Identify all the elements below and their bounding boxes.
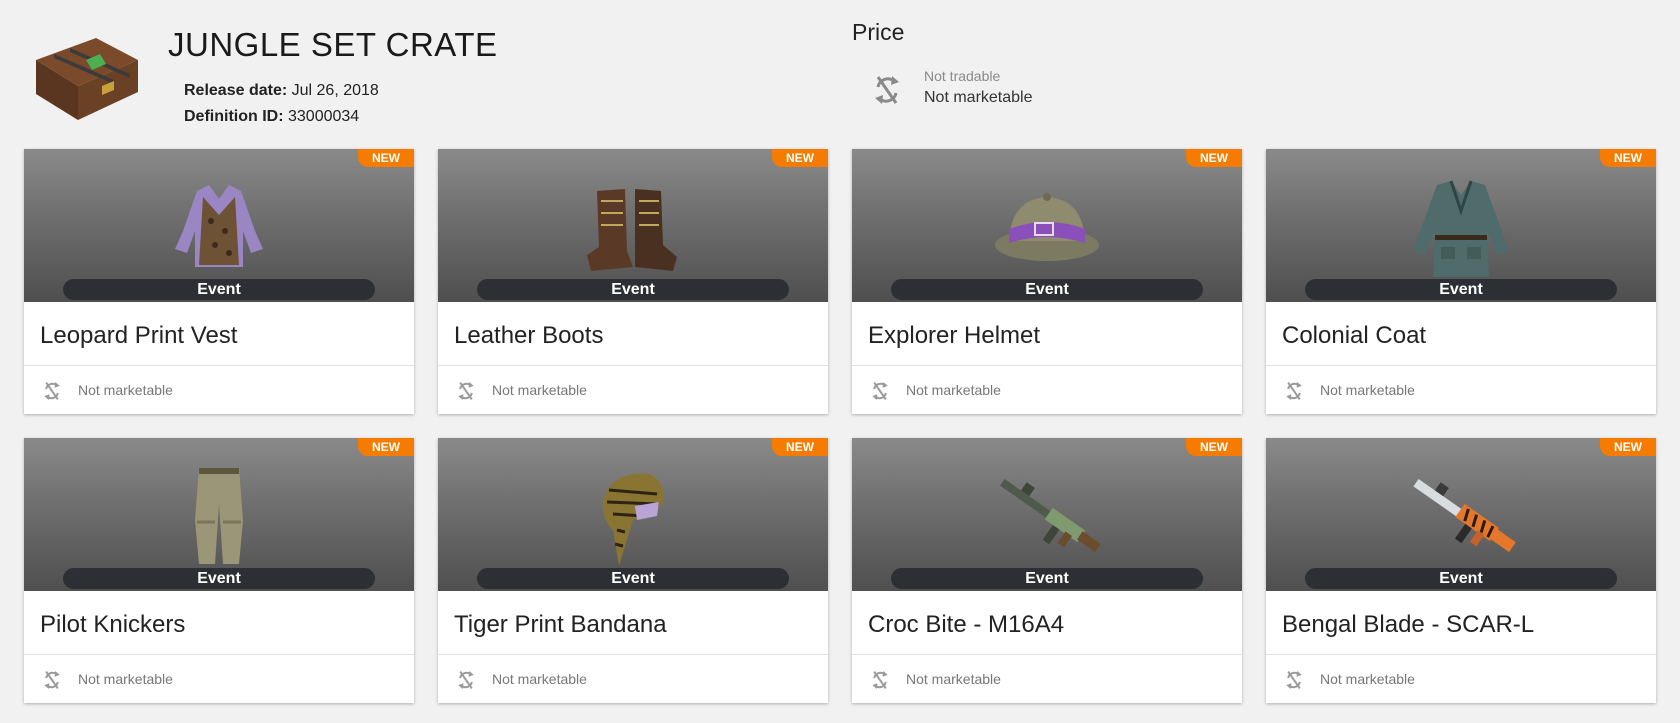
item-name[interactable]: Tiger Print Bandana bbox=[454, 611, 667, 639]
new-badge: NEW bbox=[1186, 438, 1242, 456]
pants-icon bbox=[195, 468, 243, 564]
not-marketable-icon bbox=[1286, 670, 1302, 690]
divider bbox=[1266, 365, 1656, 366]
item-image: NEW Event bbox=[1266, 438, 1656, 591]
item-image: NEW Event bbox=[24, 149, 414, 302]
item-status: Not marketable bbox=[1320, 671, 1415, 687]
item-image: NEW Event bbox=[852, 149, 1242, 302]
item-name[interactable]: Colonial Coat bbox=[1282, 322, 1426, 350]
item-image: NEW Event bbox=[438, 149, 828, 302]
item-status: Not marketable bbox=[78, 382, 173, 398]
item-image: NEW Event bbox=[852, 438, 1242, 591]
definition-id-label: Definition ID: bbox=[184, 108, 284, 125]
new-badge: NEW bbox=[772, 149, 828, 167]
event-tag: Event bbox=[63, 279, 375, 300]
crate-header: JUNGLE SET CRATE Release date: Jul 26, 2… bbox=[0, 0, 1680, 148]
item-card[interactable]: NEW Event Leather Boots Not marketable bbox=[438, 149, 828, 414]
price-title: Price bbox=[852, 19, 905, 45]
rifle-icon bbox=[1413, 478, 1516, 553]
item-image: NEW Event bbox=[438, 438, 828, 591]
not-tradable-icon bbox=[875, 76, 899, 104]
item-card[interactable]: NEW Event Colonial Coat Not marketable bbox=[1266, 149, 1656, 414]
item-status: Not marketable bbox=[906, 671, 1001, 687]
item-name[interactable]: Pilot Knickers bbox=[40, 611, 185, 639]
bandana-icon bbox=[602, 473, 664, 566]
crate-title: JUNGLE SET CRATE bbox=[168, 26, 498, 63]
rifle-icon bbox=[999, 478, 1101, 553]
new-badge: NEW bbox=[358, 438, 414, 456]
item-name[interactable]: Bengal Blade - SCAR-L bbox=[1282, 611, 1534, 639]
divider bbox=[438, 654, 828, 655]
event-tag: Event bbox=[1305, 279, 1617, 300]
new-badge: NEW bbox=[1600, 438, 1656, 456]
new-badge: NEW bbox=[1186, 149, 1242, 167]
crate-icon bbox=[36, 38, 138, 120]
coat-icon bbox=[1413, 180, 1509, 277]
price-marketable: Not marketable bbox=[924, 89, 1033, 106]
item-image: NEW Event bbox=[1266, 149, 1656, 302]
not-marketable-icon bbox=[458, 381, 474, 401]
not-marketable-icon bbox=[872, 670, 888, 690]
divider bbox=[438, 365, 828, 366]
release-date-value: Jul 26, 2018 bbox=[291, 82, 379, 99]
item-name[interactable]: Explorer Helmet bbox=[868, 322, 1040, 350]
event-tag: Event bbox=[63, 568, 375, 589]
divider bbox=[852, 654, 1242, 655]
divider bbox=[24, 365, 414, 366]
release-date-label: Release date: bbox=[184, 82, 288, 99]
event-tag: Event bbox=[891, 279, 1203, 300]
item-card[interactable]: NEW Event Croc Bite - M16A4 Not marketab… bbox=[852, 438, 1242, 703]
not-marketable-icon bbox=[872, 381, 888, 401]
item-image: NEW Event bbox=[24, 438, 414, 591]
new-badge: NEW bbox=[358, 149, 414, 167]
item-card[interactable]: NEW Event Bengal Blade - SCAR-L Not mark… bbox=[1266, 438, 1656, 703]
new-badge: NEW bbox=[772, 438, 828, 456]
boots-icon bbox=[587, 189, 677, 271]
item-name[interactable]: Leopard Print Vest bbox=[40, 322, 237, 350]
event-tag: Event bbox=[477, 568, 789, 589]
item-status: Not marketable bbox=[906, 382, 1001, 398]
event-tag: Event bbox=[1305, 568, 1617, 589]
definition-id-value: 33000034 bbox=[288, 108, 360, 125]
divider bbox=[24, 654, 414, 655]
not-marketable-icon bbox=[44, 381, 60, 401]
not-marketable-icon bbox=[1286, 381, 1302, 401]
price-tradable: Not tradable bbox=[924, 68, 1001, 84]
release-date: Release date: Jul 26, 2018 bbox=[184, 82, 379, 100]
item-status: Not marketable bbox=[492, 671, 587, 687]
divider bbox=[1266, 654, 1656, 655]
event-tag: Event bbox=[477, 279, 789, 300]
item-card[interactable]: NEW Event Leopard Print Vest Not marketa… bbox=[24, 149, 414, 414]
definition-id: Definition ID: 33000034 bbox=[184, 108, 359, 126]
vest-icon bbox=[175, 185, 263, 267]
helmet-icon bbox=[995, 193, 1099, 261]
item-status: Not marketable bbox=[78, 671, 173, 687]
item-card[interactable]: NEW Event Explorer Helmet Not marketable bbox=[852, 149, 1242, 414]
item-status: Not marketable bbox=[1320, 382, 1415, 398]
item-name[interactable]: Croc Bite - M16A4 bbox=[868, 611, 1064, 639]
new-badge: NEW bbox=[1600, 149, 1656, 167]
item-card[interactable]: NEW Event Tiger Print Bandana Not market… bbox=[438, 438, 828, 703]
event-tag: Event bbox=[891, 568, 1203, 589]
divider bbox=[852, 365, 1242, 366]
not-marketable-icon bbox=[458, 670, 474, 690]
item-name[interactable]: Leather Boots bbox=[454, 322, 603, 350]
item-status: Not marketable bbox=[492, 382, 587, 398]
not-marketable-icon bbox=[44, 670, 60, 690]
item-card[interactable]: NEW Event Pilot Knickers Not marketable bbox=[24, 438, 414, 703]
